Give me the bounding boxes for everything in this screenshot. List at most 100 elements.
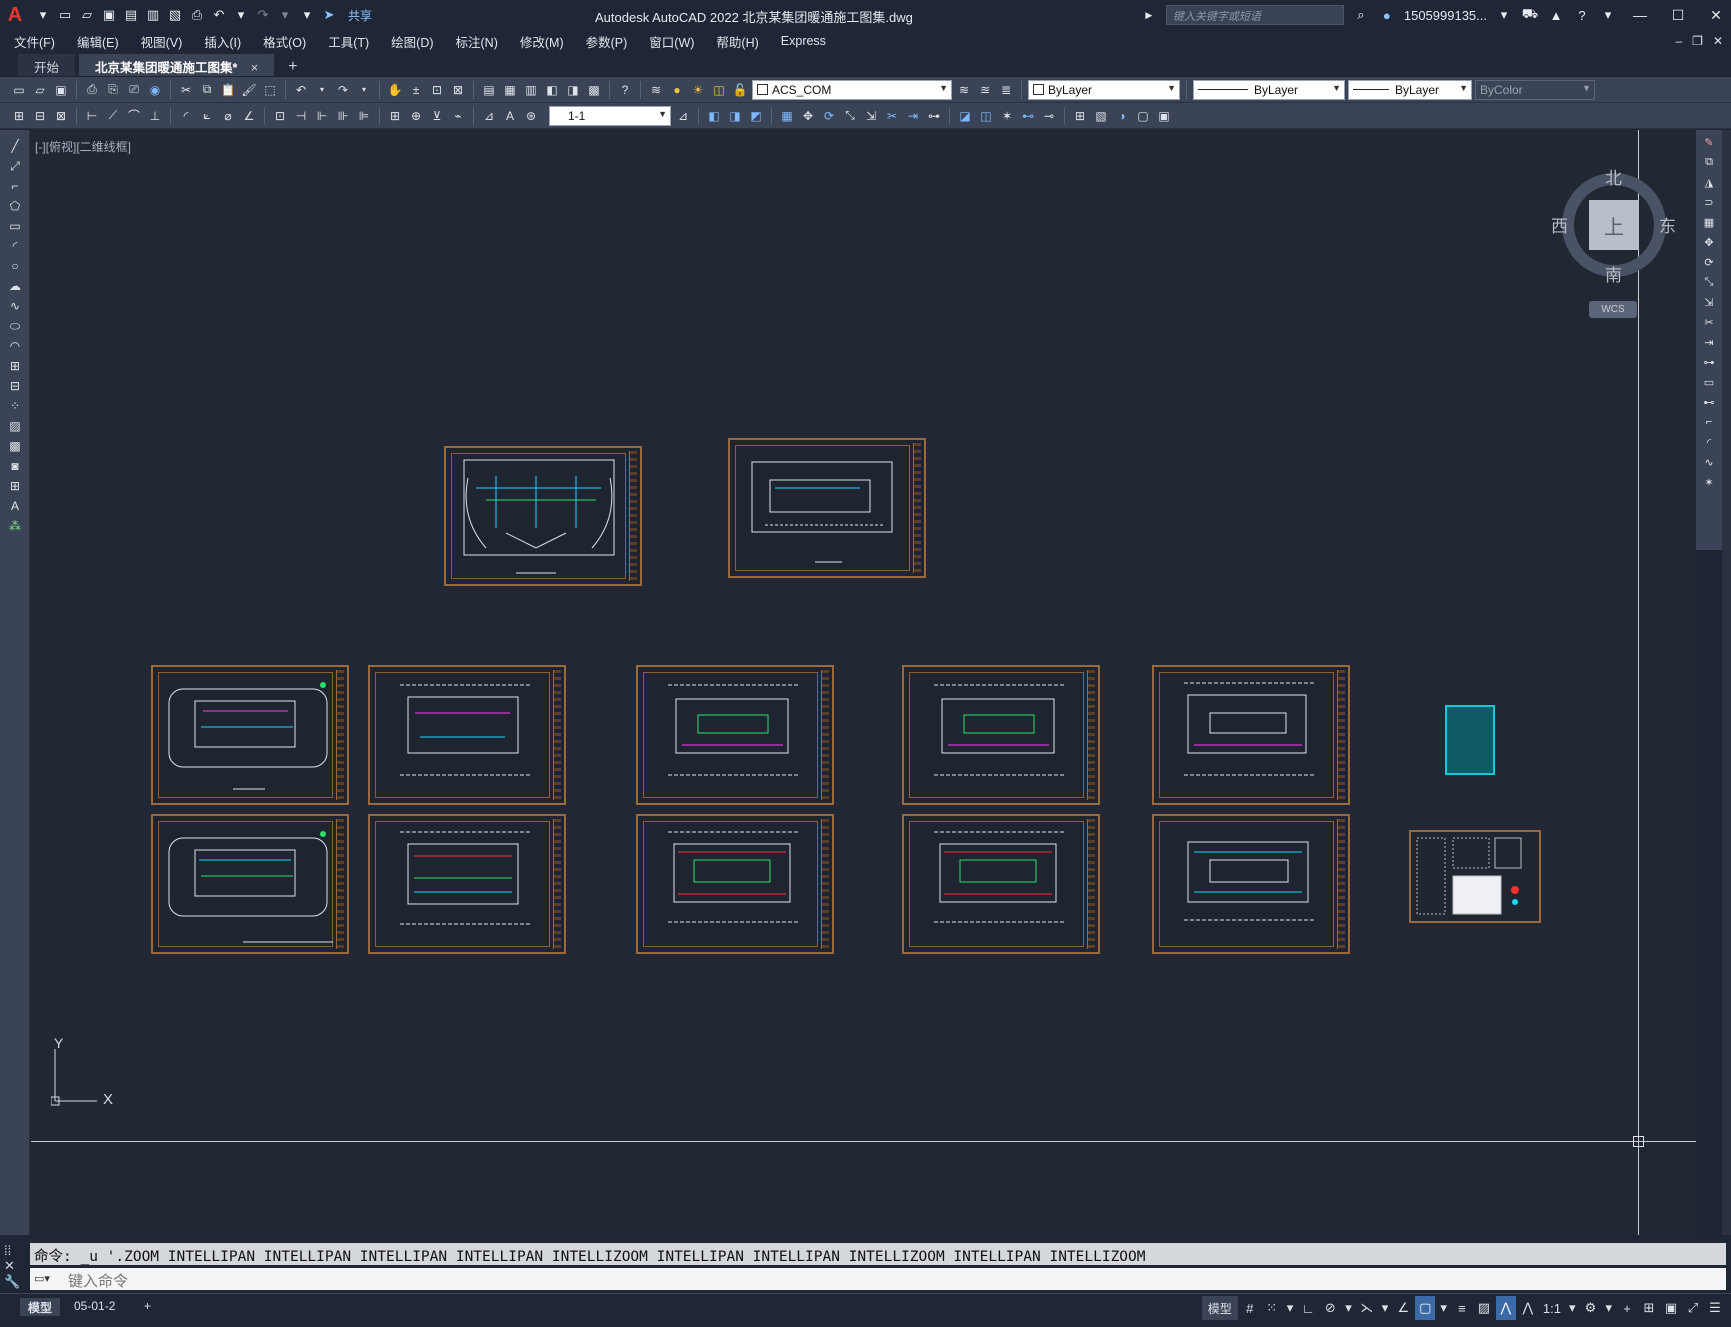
redo-dropdown-icon[interactable]: ▾: [276, 6, 294, 24]
doc-restore-icon[interactable]: ❐: [1692, 34, 1703, 48]
baseline-dimension-icon[interactable]: ⊣: [292, 107, 310, 125]
spline-icon[interactable]: ∿: [7, 298, 23, 314]
compass-west[interactable]: 西: [1551, 212, 1568, 237]
fillet-icon[interactable]: ◜: [1701, 434, 1717, 450]
drawing-sheet[interactable]: [1152, 665, 1350, 805]
minimize-icon[interactable]: —: [1625, 7, 1655, 23]
open-folder-icon[interactable]: ▱: [78, 6, 96, 24]
trim-icon[interactable]: ✂: [1701, 314, 1717, 330]
menu-view[interactable]: 视图(V): [141, 32, 183, 51]
dimension-space-icon[interactable]: ⊪: [334, 107, 352, 125]
model-space-button[interactable]: 模型: [1201, 1296, 1238, 1320]
menu-dimension[interactable]: 标注(N): [456, 32, 498, 51]
publish-icon[interactable]: ▥: [144, 6, 162, 24]
annotation-scale-dropdown-icon[interactable]: ▾: [1566, 1296, 1579, 1320]
blend-curves-icon[interactable]: ∿: [1701, 454, 1717, 470]
menu-edit[interactable]: 编辑(E): [77, 32, 119, 51]
viewcube-top-face[interactable]: 上: [1589, 200, 1639, 250]
dimension-edit-icon[interactable]: ⊿: [480, 107, 498, 125]
calculator-icon[interactable]: ▩: [585, 81, 603, 99]
drawing-sheet[interactable]: [728, 438, 926, 578]
layout-tab-model[interactable]: 模型: [20, 1298, 61, 1316]
layer-on-bulb-icon[interactable]: ●: [668, 81, 686, 99]
copy-object-icon[interactable]: ◧: [705, 107, 723, 125]
rotate-icon[interactable]: ⟳: [1701, 254, 1717, 270]
block-editor-icon[interactable]: ⬚: [261, 81, 279, 99]
close-icon[interactable]: ✕: [1701, 7, 1731, 24]
layer-select[interactable]: ACS_COM ▼: [752, 79, 952, 100]
erase-icon[interactable]: ✎: [1701, 134, 1717, 150]
break-icon[interactable]: ▭: [1701, 374, 1717, 390]
block-insert-icon[interactable]: ⊞: [10, 107, 28, 125]
user-name[interactable]: 1505999135...: [1404, 8, 1487, 23]
ordinate-dimension-icon[interactable]: ⊥: [146, 107, 164, 125]
ellipse-icon[interactable]: ⬭: [7, 318, 23, 334]
jogged-linear-icon[interactable]: ⌁: [449, 107, 467, 125]
block-edit-icon[interactable]: ⊟: [31, 107, 49, 125]
tool-palettes-icon[interactable]: ▥: [522, 81, 540, 99]
quick-properties-icon[interactable]: ▣: [1661, 1296, 1681, 1320]
undo-icon[interactable]: ↶: [210, 6, 228, 24]
make-block-icon[interactable]: ⊟: [7, 378, 23, 394]
array-icon[interactable]: ▦: [1701, 214, 1717, 230]
undo-dropdown-icon[interactable]: ▾: [313, 81, 331, 99]
chamfer-icon[interactable]: ◪: [956, 107, 974, 125]
align-icon[interactable]: ⊸: [1040, 107, 1058, 125]
inspection-icon[interactable]: ⊻: [428, 107, 446, 125]
export-icon[interactable]: ▧: [166, 6, 184, 24]
join-icon[interactable]: ⊷: [1019, 107, 1037, 125]
hatch-icon[interactable]: ▨: [7, 418, 23, 434]
add-selected-icon[interactable]: ⁂: [7, 518, 23, 534]
layer-previous-icon[interactable]: ≊: [976, 81, 994, 99]
polar-tracking-icon[interactable]: ⊘: [1320, 1296, 1340, 1320]
search-icon[interactable]: ⌕: [1352, 6, 1370, 24]
compass-south[interactable]: 南: [1605, 261, 1622, 286]
drawing-sheet[interactable]: [368, 665, 566, 805]
annotation-monitor-icon[interactable]: +: [1617, 1296, 1637, 1320]
line-icon[interactable]: ╱: [7, 138, 23, 154]
trim-icon[interactable]: ✂: [883, 107, 901, 125]
drawing-sheet[interactable]: [444, 446, 642, 586]
table-icon[interactable]: ⊞: [7, 478, 23, 494]
redo-icon[interactable]: ↷: [254, 6, 272, 24]
circle-icon[interactable]: ○: [7, 258, 23, 274]
layer-properties-icon[interactable]: ≋: [647, 81, 665, 99]
ellipse-arc-icon[interactable]: ◠: [7, 338, 23, 354]
point-icon[interactable]: ⁘: [7, 398, 23, 414]
tab-start[interactable]: 开始: [18, 54, 76, 76]
command-grip-icon[interactable]: ⁞⁞: [4, 1243, 26, 1258]
scale-select[interactable]: 1-1 ▼: [549, 105, 671, 126]
cut-icon[interactable]: ✂: [177, 81, 195, 99]
explode-icon[interactable]: ✶: [998, 107, 1016, 125]
transparency-icon[interactable]: ▨: [1474, 1296, 1494, 1320]
doc-close-icon[interactable]: ✕: [1713, 34, 1723, 48]
quick-dimension-icon[interactable]: ⊡: [271, 107, 289, 125]
offset-icon[interactable]: ⊃: [1701, 194, 1717, 210]
help-icon[interactable]: ?: [616, 81, 634, 99]
offset-icon[interactable]: ◩: [747, 107, 765, 125]
maximize-icon[interactable]: ☐: [1663, 7, 1693, 24]
lineweight-select[interactable]: ByLayer ▼: [1348, 79, 1472, 100]
fillet-icon[interactable]: ◫: [977, 107, 995, 125]
angular-dimension-icon[interactable]: ∠: [240, 107, 258, 125]
snap-icon[interactable]: ⁙: [1262, 1296, 1282, 1320]
plot-preview-icon[interactable]: ⎘: [104, 81, 122, 99]
cyan-schedule-sheet[interactable]: [1445, 705, 1495, 775]
region-icon[interactable]: ▢: [1134, 107, 1152, 125]
properties-icon[interactable]: ▤: [480, 81, 498, 99]
wcs-menu[interactable]: WCS: [1589, 301, 1637, 318]
layer-thaw-sun-icon[interactable]: ☀: [689, 81, 707, 99]
scale-icon[interactable]: ⤡: [1701, 274, 1717, 290]
attribute-icon[interactable]: ⊠: [52, 107, 70, 125]
isodraft-icon[interactable]: ⋋: [1357, 1296, 1377, 1320]
autodesk-account-icon[interactable]: ▲: [1547, 6, 1565, 24]
dimension-update-icon[interactable]: ⊛: [522, 107, 540, 125]
design-center-icon[interactable]: ▦: [501, 81, 519, 99]
save-as-icon[interactable]: ▤: [122, 6, 140, 24]
linetype-select[interactable]: ByLayer ▼: [1193, 79, 1345, 100]
dimension-text-edit-icon[interactable]: A: [501, 107, 519, 125]
gradient-icon[interactable]: ▩: [7, 438, 23, 454]
menu-parametric[interactable]: 参数(P): [586, 32, 628, 51]
undo-icon[interactable]: ↶: [292, 81, 310, 99]
search-input[interactable]: 键入关键字或短语: [1165, 5, 1344, 25]
